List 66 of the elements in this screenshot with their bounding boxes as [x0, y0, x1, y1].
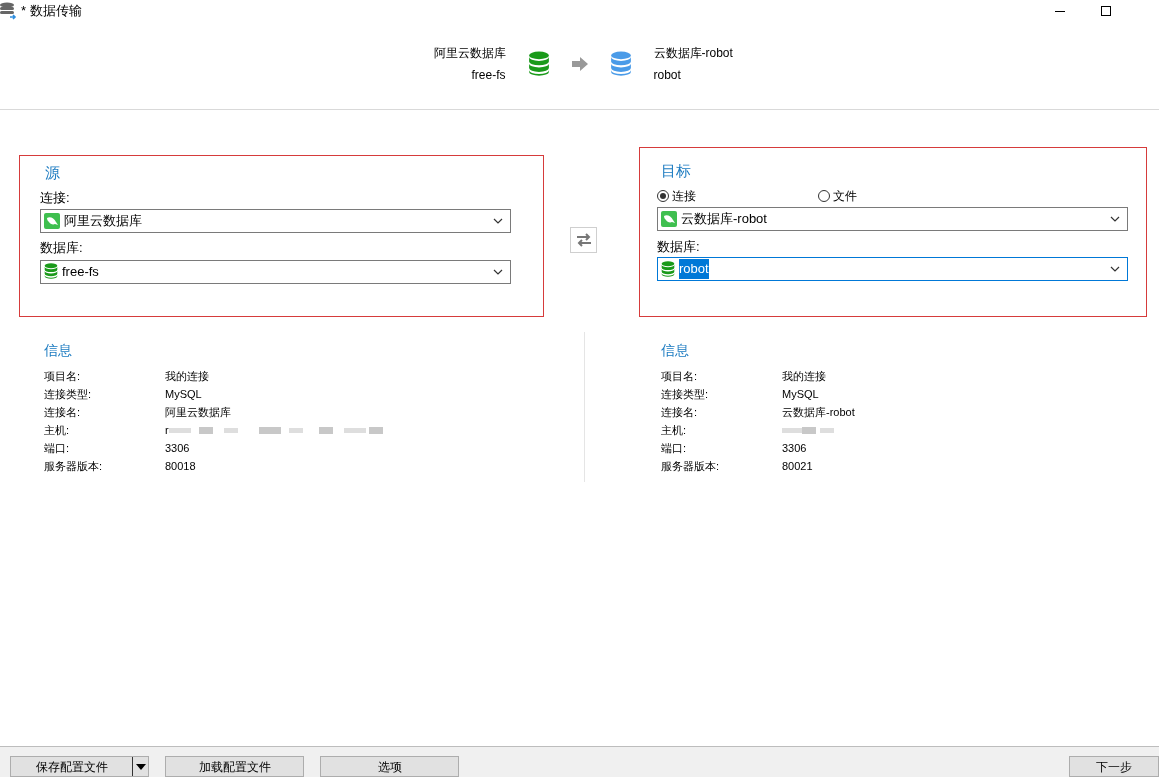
toolbar-button[interactable]: 加载配置文件: [165, 756, 304, 777]
info-value: 80018: [165, 458, 196, 474]
source-title: 源: [45, 163, 61, 183]
caret-down-icon: [135, 763, 146, 770]
source-connection-name: 阿里云数据库: [433, 44, 506, 62]
target-title: 目标: [661, 161, 692, 181]
radio-option[interactable]: 连接: [657, 186, 818, 205]
target-connection-name: 云数据库-robot: [653, 44, 733, 62]
connection-dropdown[interactable]: 云数据库-robot: [657, 206, 1128, 231]
maximize-icon: [1101, 6, 1111, 16]
info-label: 连接类型:: [44, 386, 93, 402]
dolphin-icon: [44, 213, 60, 229]
info-label: 服务器版本:: [44, 458, 104, 474]
combo-value: 云数据库-robot: [681, 209, 767, 228]
info-value: 3306: [782, 440, 807, 456]
database-icon: [661, 260, 675, 278]
save-config-split-button[interactable]: 保存配置文件: [10, 756, 149, 777]
arrow-right-icon: [571, 56, 588, 71]
source-database-name: free-fs: [471, 66, 506, 84]
database-icon: [44, 263, 58, 280]
info-title: 信息: [661, 341, 690, 360]
connection-dropdown[interactable]: 阿里云数据库: [40, 209, 511, 233]
info-label: 主机:: [661, 422, 688, 438]
combo-value: robot: [679, 259, 709, 279]
chevron-down-icon: [1110, 215, 1120, 222]
info-label: 端口:: [661, 440, 688, 456]
chevron-down-icon: [493, 268, 503, 275]
swap-arrows-icon: [575, 233, 592, 247]
chevron-down-icon: [1110, 266, 1120, 272]
info-value: MySQL: [165, 386, 202, 402]
info-label: 连接名:: [44, 404, 82, 420]
info-value: 阿里云数据库: [165, 404, 231, 420]
toolbar-button[interactable]: 选项: [320, 756, 459, 777]
chevron-down-icon: [493, 218, 503, 224]
info-title: 信息: [44, 341, 73, 360]
target-database-name: robot: [653, 66, 681, 84]
info-label: 连接名:: [661, 404, 699, 420]
database-label: 数据库:: [657, 237, 701, 256]
database-transfer-icon: [0, 2, 18, 20]
database-icon: [527, 50, 550, 77]
window-title: * 数据传输: [21, 2, 82, 21]
database-dropdown[interactable]: free-fs: [40, 259, 511, 284]
info-label: 项目名:: [661, 368, 699, 384]
dolphin-icon: [661, 210, 677, 227]
info-value: 我的连接: [782, 368, 826, 384]
swap-button[interactable]: [570, 227, 597, 253]
info-label: 服务器版本:: [661, 458, 721, 474]
radio-option[interactable]: 文件: [818, 186, 857, 205]
minimize-icon: [1055, 10, 1065, 12]
info-value: 80021: [782, 458, 813, 474]
info-value: 我的连接: [165, 368, 209, 384]
next-button[interactable]: 下一步: [1069, 756, 1159, 777]
combo-value: free-fs: [62, 262, 99, 281]
combo-value: 阿里云数据库: [64, 212, 142, 231]
info-label: 项目名:: [44, 368, 82, 384]
database-icon: [609, 50, 632, 77]
database-dropdown[interactable]: robot: [657, 257, 1128, 281]
info-label: 连接类型:: [661, 386, 710, 402]
info-value: 3306: [165, 440, 190, 456]
database-label: 数据库:: [40, 239, 84, 257]
connection-label: 连接:: [40, 188, 71, 207]
info-value: MySQL: [782, 386, 819, 402]
info-value: r: [165, 422, 169, 438]
info-label: 主机:: [44, 422, 71, 438]
info-value: 云数据库-robot: [782, 404, 855, 420]
info-label: 端口:: [44, 440, 71, 456]
